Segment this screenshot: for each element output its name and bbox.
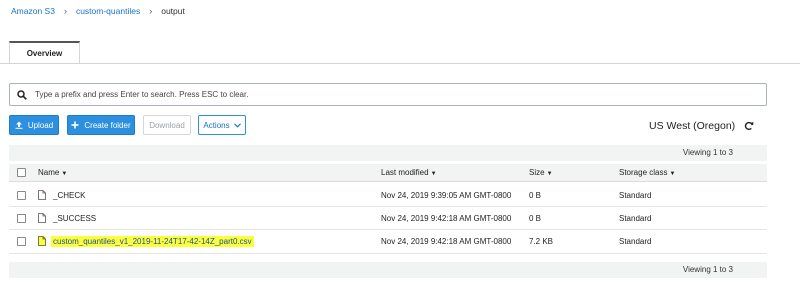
last-modified: Nov 24, 2019 9:42:18 AM GMT-0800 bbox=[381, 214, 512, 223]
actions-dropdown[interactable]: Actions bbox=[198, 115, 246, 135]
download-button[interactable]: Download bbox=[143, 115, 191, 135]
breadcrumb-current-folder: output bbox=[161, 6, 185, 16]
actions-label: Actions bbox=[203, 120, 230, 130]
download-label: Download bbox=[149, 120, 185, 130]
chevron-down-icon bbox=[233, 122, 241, 128]
search-icon bbox=[17, 89, 27, 100]
file-icon bbox=[37, 235, 47, 248]
table-header: Name ▼ Last modified ▼ Size ▼ Storage class… bbox=[9, 164, 767, 182]
sort-caret-icon: ▼ bbox=[546, 171, 553, 177]
plus-icon bbox=[71, 121, 79, 129]
tab-overview[interactable]: Overview bbox=[9, 41, 80, 64]
viewing-count: Viewing 1 to 3 bbox=[682, 148, 733, 157]
row-checkbox[interactable] bbox=[17, 214, 26, 223]
pagination-bar-top: Viewing 1 to 3 bbox=[9, 145, 767, 161]
storage-class: Standard bbox=[619, 237, 652, 246]
file-size: 0 B bbox=[529, 191, 542, 200]
last-modified: Nov 24, 2019 9:39:05 AM GMT-0800 bbox=[381, 191, 512, 200]
table-row[interactable]: _CHECK Nov 24, 2019 9:39:05 AM GMT-0800 … bbox=[9, 184, 767, 207]
column-header-storage-class[interactable]: Storage class ▼ bbox=[619, 168, 675, 177]
breadcrumb: Amazon S3 › custom-quantiles › output bbox=[11, 6, 185, 16]
upload-label: Upload bbox=[27, 120, 54, 130]
tab-divider bbox=[0, 63, 800, 64]
create-folder-button[interactable]: Create folder bbox=[67, 115, 135, 135]
file-icon bbox=[38, 190, 46, 202]
select-all-checkbox[interactable] bbox=[17, 168, 26, 177]
pagination-bar-bottom: Viewing 1 to 3 bbox=[9, 262, 767, 278]
search-input[interactable] bbox=[35, 90, 735, 99]
breadcrumb-separator: › bbox=[149, 6, 153, 16]
sort-caret-icon: ▼ bbox=[61, 171, 68, 177]
column-header-name[interactable]: Name ▼ bbox=[38, 168, 67, 177]
file-name[interactable]: _SUCCESS bbox=[53, 214, 96, 223]
viewing-count: Viewing 1 to 3 bbox=[682, 265, 733, 274]
search-box[interactable] bbox=[9, 83, 767, 106]
file-size: 0 B bbox=[529, 214, 542, 223]
create-folder-label: Create folder bbox=[84, 120, 131, 130]
file-icon bbox=[38, 213, 46, 225]
file-size: 7.2 KB bbox=[529, 237, 554, 246]
sort-caret-icon: ▼ bbox=[430, 171, 437, 177]
file-name[interactable]: custom_quantiles_v1_2019-11-24T17-42-14Z… bbox=[51, 236, 254, 247]
column-header-size[interactable]: Size ▼ bbox=[529, 168, 553, 177]
last-modified: Nov 24, 2019 9:42:18 AM GMT-0800 bbox=[381, 237, 512, 246]
table-row[interactable]: custom_quantiles_v1_2019-11-24T17-42-14Z… bbox=[9, 230, 767, 254]
table-row[interactable]: _SUCCESS Nov 24, 2019 9:42:18 AM GMT-080… bbox=[9, 207, 767, 230]
storage-class: Standard bbox=[619, 191, 652, 200]
file-name[interactable]: _CHECK bbox=[53, 191, 85, 200]
sort-caret-icon: ▼ bbox=[669, 171, 676, 177]
row-checkbox[interactable] bbox=[17, 191, 26, 200]
upload-icon bbox=[15, 121, 23, 129]
breadcrumb-amazon-s3[interactable]: Amazon S3 bbox=[11, 6, 55, 16]
region-label[interactable]: US West (Oregon) bbox=[649, 120, 735, 132]
column-header-last-modified[interactable]: Last modified ▼ bbox=[381, 168, 437, 177]
storage-class: Standard bbox=[619, 214, 652, 223]
breadcrumb-separator: › bbox=[63, 6, 67, 16]
refresh-icon[interactable] bbox=[744, 121, 754, 133]
row-checkbox[interactable] bbox=[17, 237, 26, 246]
upload-button[interactable]: Upload bbox=[9, 115, 59, 135]
breadcrumb-bucket[interactable]: custom-quantiles bbox=[76, 6, 140, 16]
